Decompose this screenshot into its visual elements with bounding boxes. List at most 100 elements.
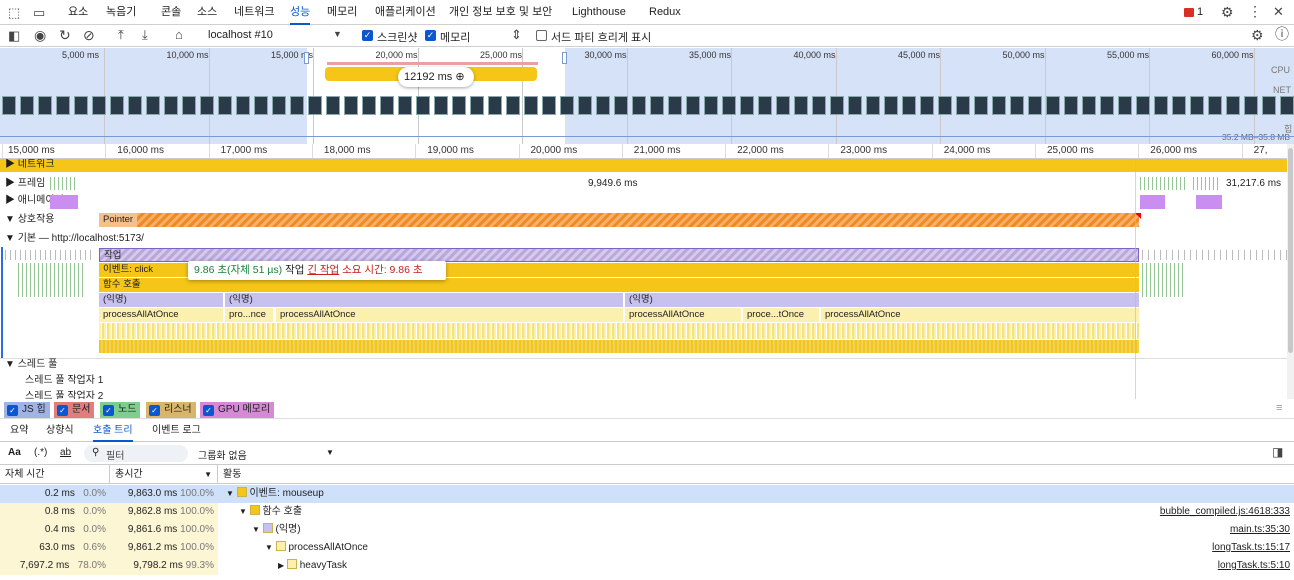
sidebar-toggle-icon[interactable]: ◧	[8, 29, 20, 42]
screenshot-thumbnail[interactable]	[182, 96, 196, 115]
capture-settings-gear-icon[interactable]: ⚙	[1251, 28, 1264, 42]
screenshot-thumbnail[interactable]	[1172, 96, 1186, 115]
legend-js-heap[interactable]: ✓ JS 힙	[4, 402, 50, 418]
screenshot-thumbnail[interactable]	[668, 96, 682, 115]
settings-gear-icon[interactable]: ⚙	[1221, 5, 1234, 19]
chevron-down-icon[interactable]: ▼	[333, 30, 342, 39]
network-track-bar[interactable]	[0, 159, 1287, 172]
screenshot-thumbnail[interactable]	[920, 96, 934, 115]
screenshot-thumbnail[interactable]	[1064, 96, 1078, 115]
screenshot-thumbnail[interactable]	[74, 96, 88, 115]
tab-redux[interactable]: Redux	[649, 0, 681, 25]
grouping-select[interactable]: 그룹화 없음	[198, 447, 247, 462]
screenshot-thumbnail[interactable]	[344, 96, 358, 115]
process-bar[interactable]: proce...tOnce	[743, 308, 819, 322]
tab-performance[interactable]: 성능	[290, 0, 311, 25]
screenshot-thumbnail[interactable]	[1010, 96, 1024, 115]
issues-flag-icon[interactable]	[1184, 8, 1194, 17]
tab-privacy-security[interactable]: 개인 정보 보호 및 보안	[449, 0, 552, 25]
header-total-time[interactable]: 총시간 ▼	[110, 465, 218, 484]
screenshot-thumbnail[interactable]	[848, 96, 862, 115]
screenshot-thumbnail[interactable]	[1118, 96, 1132, 115]
filter-input[interactable]: ⚲ 필터	[84, 445, 188, 462]
clear-icon[interactable]: ⊘	[83, 28, 95, 42]
screenshot-thumbnail[interactable]	[704, 96, 718, 115]
screenshot-thumbnail[interactable]	[236, 96, 250, 115]
collapse-triangle-icon[interactable]: ▼	[265, 543, 273, 552]
call-tree-row[interactable]: 0.2 ms 0.0% 9,863.0 ms 100.0% ▼ 이벤트: mouse…	[0, 485, 1294, 503]
upload-profile-icon[interactable]: ⤒	[118, 28, 124, 41]
pointer-interaction-bar[interactable]: Pointer	[99, 213, 1139, 227]
tab-application[interactable]: 애플리케이션	[375, 0, 436, 25]
anon-bar[interactable]: (익명)	[625, 293, 1139, 307]
screenshot-thumbnail[interactable]	[326, 96, 340, 115]
screenshot-thumbnail[interactable]	[1262, 96, 1276, 115]
anon-bar[interactable]: (익명)	[99, 293, 223, 307]
process-bar[interactable]: processAllAtOnce	[821, 308, 1139, 322]
legend-nodes[interactable]: ✓ 노드	[100, 402, 141, 418]
screenshot-thumbnail[interactable]	[218, 96, 232, 115]
screenshot-thumbnail[interactable]	[650, 96, 664, 115]
screenshot-thumbnail[interactable]	[254, 96, 268, 115]
tab-bottom-up[interactable]: 상향식	[46, 419, 74, 442]
screenshot-thumbnail[interactable]	[308, 96, 322, 115]
close-icon[interactable]: ✕	[1273, 5, 1284, 18]
screenshot-thumbnail[interactable]	[830, 96, 844, 115]
screenshot-thumbnail[interactable]	[632, 96, 646, 115]
screenshot-thumbnail[interactable]	[1082, 96, 1096, 115]
screenshot-thumbnail[interactable]	[38, 96, 52, 115]
tab-elements[interactable]: 요소	[68, 0, 88, 25]
call-tree-row[interactable]: 0.4 ms 0.0% 9,861.6 ms 100.0% ▼ (익명) main.t…	[0, 521, 1294, 539]
legend-gpu-memory[interactable]: ✓ GPU 메모리	[200, 402, 275, 418]
header-activity[interactable]: 활동	[218, 465, 1294, 484]
record-icon[interactable]: ◉	[34, 28, 46, 42]
screenshot-thumbnail[interactable]	[1280, 96, 1294, 115]
screenshot-thumbnail[interactable]	[1046, 96, 1060, 115]
screenshot-thumbnail[interactable]	[938, 96, 952, 115]
tab-call-tree[interactable]: 호출 트리	[93, 419, 133, 442]
network-track-header[interactable]: ▶ 네트워크	[5, 159, 55, 174]
screenshot-thumbnail[interactable]	[452, 96, 466, 115]
screenshot-thumbnail[interactable]	[290, 96, 304, 115]
interactions-track-header[interactable]: ▼ 상호작용	[5, 211, 55, 229]
process-bar[interactable]: processAllAtOnce	[625, 308, 741, 322]
source-link[interactable]: bubble_compiled.js:4618:333	[1160, 503, 1290, 521]
screenshot-thumbnail[interactable]	[812, 96, 826, 115]
device-toolbar-icon[interactable]: ▭	[33, 6, 45, 19]
tab-recorder[interactable]: 녹음기	[106, 0, 136, 25]
screenshot-thumbnail[interactable]	[596, 96, 610, 115]
more-options-icon[interactable]: ⋮	[1248, 4, 1262, 18]
screenshot-thumbnail[interactable]	[1244, 96, 1258, 115]
screenshot-thumbnail[interactable]	[272, 96, 286, 115]
screenshot-thumbnail[interactable]	[1136, 96, 1150, 115]
whole-word-button[interactable]: ab	[60, 447, 71, 458]
legend-documents[interactable]: ✓ 문서	[54, 402, 95, 418]
screenshot-thumbnail[interactable]	[956, 96, 970, 115]
source-link[interactable]: longTask.ts:5:10	[1218, 557, 1290, 575]
expand-triangle-icon[interactable]: ▶	[278, 561, 284, 570]
help-icon[interactable]: ⓘ	[1275, 27, 1289, 41]
flame-scrollbar-thumb[interactable]	[1288, 148, 1293, 353]
process-bar[interactable]: pro...nce	[225, 308, 273, 322]
tab-lighthouse[interactable]: Lighthouse	[572, 0, 626, 25]
long-task-link[interactable]: 긴 작업	[307, 264, 339, 276]
process-bar[interactable]: processAllAtOnce	[276, 308, 623, 322]
tab-sources[interactable]: 소스	[197, 0, 217, 25]
screenshot-thumbnail[interactable]	[110, 96, 124, 115]
screenshot-thumbnail[interactable]	[1208, 96, 1222, 115]
frames-track-header[interactable]: ▶ 프레임	[5, 175, 45, 193]
anon-bar[interactable]: (익명)	[225, 293, 623, 307]
screenshot-thumbnail[interactable]	[380, 96, 394, 115]
screenshot-thumbnail[interactable]	[758, 96, 772, 115]
call-tree-row[interactable]: 63.0 ms 0.6% 9,861.2 ms 100.0% ▼ processAl…	[0, 539, 1294, 557]
main-thread-track-header[interactable]: ▼ 기본 — http://localhost:5173/	[5, 230, 144, 248]
selection-left-handle[interactable]	[304, 52, 309, 64]
screenshot-thumbnail[interactable]	[1028, 96, 1042, 115]
screenshot-thumbnail[interactable]	[524, 96, 538, 115]
legend-listeners[interactable]: ✓ 리스너	[146, 402, 196, 418]
thread-pool-worker-2[interactable]: 스레드 풀 작업자 2	[25, 388, 103, 399]
call-tree-row[interactable]: 7,697.2 ms 78.0% 9,798.2 ms 99.3% ▶ heavyT…	[0, 557, 1294, 575]
selection-right-handle[interactable]	[562, 52, 567, 64]
screenshot-thumbnail[interactable]	[434, 96, 448, 115]
screenshot-thumbnail[interactable]	[902, 96, 916, 115]
